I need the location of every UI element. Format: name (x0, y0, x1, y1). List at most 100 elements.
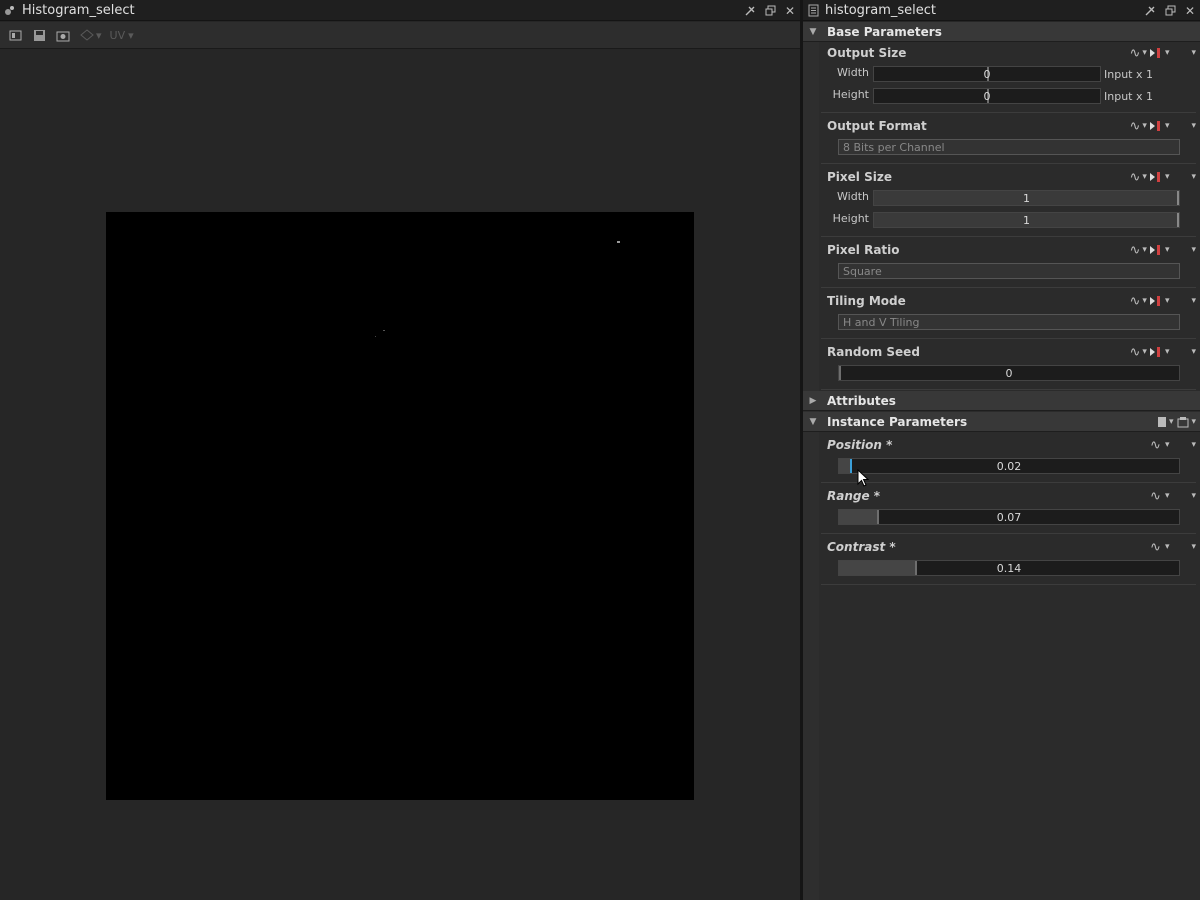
param-icons: ∿ ▾ ▾ (1150, 489, 1196, 504)
pixel-height-slider[interactable]: 1 (873, 212, 1180, 228)
function-icon[interactable]: ∿ (1130, 243, 1141, 258)
chevron-down-icon[interactable]: ▾ (1165, 347, 1170, 357)
param-icons: ∿ ▾ ▾ ▾ (1130, 294, 1197, 309)
function-icon[interactable]: ∿ (1130, 170, 1141, 185)
slider-handle[interactable] (839, 366, 841, 380)
viewer-area[interactable] (0, 50, 800, 900)
param-icons: ∿ ▾ ▾ ▾ (1130, 170, 1197, 185)
output-height-slider[interactable]: 0 (873, 88, 1101, 104)
inheritance-icon[interactable] (1149, 47, 1163, 59)
pixel-width-label: Width (837, 190, 869, 203)
image-speck (383, 330, 385, 331)
expand-options-icon[interactable]: ▾ (1191, 48, 1196, 58)
expand-options-icon[interactable]: ▾ (1191, 121, 1196, 131)
section-attributes[interactable]: ▶ Attributes (803, 391, 1200, 411)
section-label: Attributes (827, 393, 896, 408)
slider-fill (839, 510, 877, 524)
range-slider[interactable]: 0.07 (838, 509, 1180, 525)
param-icons: ∿ ▾ ▾ ▾ (1130, 119, 1197, 134)
chevron-down-icon[interactable]: ▾ (1142, 245, 1147, 255)
view-mode-icon[interactable]: ▾ (80, 29, 102, 42)
chevron-down-icon[interactable]: ▾ (1165, 121, 1170, 131)
save-image-icon[interactable] (30, 26, 48, 44)
slider-handle[interactable] (915, 561, 917, 575)
section-label: Base Parameters (827, 24, 942, 39)
function-icon[interactable]: ∿ (1150, 489, 1161, 504)
expand-options-icon[interactable]: ▾ (1191, 440, 1196, 450)
divider (821, 236, 1196, 237)
output-width-slider[interactable]: 0 (873, 66, 1101, 82)
chevron-down-icon[interactable]: ▾ (1169, 417, 1174, 427)
expand-options-icon[interactable]: ▾ (1191, 245, 1196, 255)
chevron-down-icon[interactable]: ▾ (1165, 48, 1170, 58)
slider-fill (839, 459, 850, 473)
expand-options-icon[interactable]: ▾ (1191, 347, 1196, 357)
inheritance-icon[interactable] (1149, 120, 1163, 132)
slider-handle[interactable] (850, 459, 852, 473)
position-slider[interactable]: 0.02 (838, 458, 1180, 474)
divider (821, 533, 1196, 534)
chevron-down-icon[interactable]: ▾ (1165, 542, 1170, 552)
collapse-triangle-icon[interactable]: ▼ (805, 27, 821, 37)
viewer-app-icon (2, 2, 18, 18)
expand-options-icon[interactable]: ▾ (1191, 296, 1196, 306)
chevron-down-icon[interactable]: ▾ (1142, 121, 1147, 131)
position-title: Position * (827, 438, 893, 452)
function-icon[interactable]: ∿ (1130, 345, 1141, 360)
close-icon[interactable]: ✕ (780, 0, 800, 21)
uv-dropdown[interactable]: UV ▾ (110, 29, 134, 42)
random-seed-slider[interactable]: 0 (838, 365, 1180, 381)
pin-icon[interactable] (740, 0, 760, 21)
inheritance-icon[interactable] (1149, 171, 1163, 183)
function-icon[interactable]: ∿ (1150, 438, 1161, 453)
chevron-down-icon[interactable]: ▾ (1142, 347, 1147, 357)
function-icon[interactable]: ∿ (1150, 540, 1161, 555)
pixel-width-slider[interactable]: 1 (873, 190, 1180, 206)
channels-icon[interactable] (6, 26, 24, 44)
chevron-down-icon[interactable]: ▾ (1142, 296, 1147, 306)
expand-options-icon[interactable]: ▾ (1191, 491, 1196, 501)
inheritance-icon[interactable] (1149, 244, 1163, 256)
section-base-parameters[interactable]: ▼ Base Parameters (803, 22, 1200, 42)
close-icon[interactable]: ✕ (1180, 0, 1200, 21)
inheritance-icon[interactable] (1149, 346, 1163, 358)
slider-handle[interactable] (1177, 213, 1179, 227)
slider-handle[interactable] (1177, 191, 1179, 205)
collapse-triangle-icon[interactable]: ▼ (805, 417, 821, 427)
expand-options-icon[interactable]: ▾ (1191, 417, 1196, 427)
chevron-down-icon[interactable]: ▾ (1142, 172, 1147, 182)
output-format-combo[interactable]: 8 Bits per Channel (838, 139, 1180, 155)
function-icon[interactable]: ∿ (1130, 119, 1141, 134)
image-speck (617, 241, 620, 243)
contrast-slider[interactable]: 0.14 (838, 560, 1180, 576)
function-icon[interactable]: ∿ (1130, 46, 1141, 61)
float-window-icon[interactable] (760, 0, 780, 21)
chevron-down-icon[interactable]: ▾ (1165, 296, 1170, 306)
camera-icon[interactable] (54, 26, 72, 44)
preset-icon[interactable] (1177, 416, 1189, 428)
note-icon[interactable] (1157, 416, 1167, 428)
chevron-down-icon[interactable]: ▾ (1165, 491, 1170, 501)
param-icons: ∿ ▾ ▾ ▾ (1130, 46, 1197, 61)
parameters-panel: ▼ Base Parameters Output Size ∿ ▾ ▾ ▾ Wi… (803, 22, 1200, 900)
expand-triangle-icon[interactable]: ▶ (805, 396, 821, 406)
chevron-down-icon[interactable]: ▾ (1142, 48, 1147, 58)
chevron-down-icon[interactable]: ▾ (1165, 245, 1170, 255)
function-icon[interactable]: ∿ (1130, 294, 1141, 309)
tiling-mode-combo[interactable]: H and V Tiling (838, 314, 1180, 330)
expand-options-icon[interactable]: ▾ (1191, 542, 1196, 552)
expand-options-icon[interactable]: ▾ (1191, 172, 1196, 182)
section-instance-parameters[interactable]: ▼ Instance Parameters ▾ ▾ (803, 412, 1200, 432)
slider-handle[interactable] (877, 510, 879, 524)
tiling-mode-title: Tiling Mode (827, 294, 906, 308)
chevron-down-icon[interactable]: ▾ (1165, 440, 1170, 450)
chevron-down-icon[interactable]: ▾ (1165, 172, 1170, 182)
pin-icon[interactable] (1140, 0, 1160, 21)
inheritance-icon[interactable] (1149, 295, 1163, 307)
float-window-icon[interactable] (1160, 0, 1180, 21)
param-icons: ∿ ▾ ▾ ▾ (1130, 345, 1197, 360)
output-width-label: Width (837, 66, 869, 79)
preview-image[interactable] (106, 212, 694, 800)
mouse-cursor-icon (857, 469, 869, 487)
pixel-ratio-combo[interactable]: Square (838, 263, 1180, 279)
